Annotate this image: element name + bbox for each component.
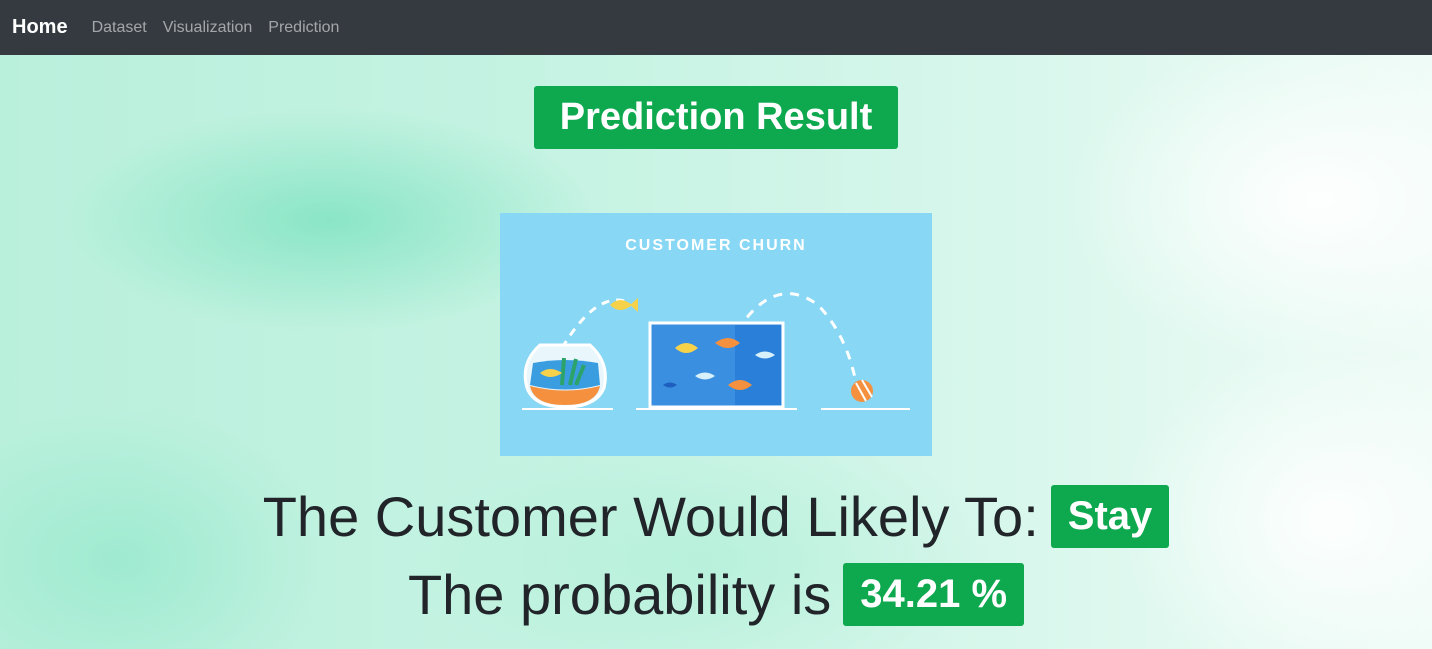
probability-value-badge: 34.21 % (843, 563, 1025, 626)
top-navbar: Home Dataset Visualization Prediction (0, 0, 1432, 55)
fish-illustration-graphic (522, 292, 910, 410)
result-value-badge: Stay (1050, 485, 1170, 548)
customer-churn-illustration: CUSTOMER CHURN (500, 213, 932, 456)
probability-prefix-text: The probability is (407, 563, 832, 626)
nav-dataset-link[interactable]: Dataset (92, 19, 147, 37)
result-prefix-text: The Customer Would Likely To: (262, 485, 1039, 548)
probability-line: The probability is 34.21 % (0, 562, 1432, 627)
nav-visualization-link[interactable]: Visualization (163, 19, 253, 37)
nav-home-link[interactable]: Home (12, 16, 68, 39)
nav-prediction-link[interactable]: Prediction (268, 19, 339, 37)
page-title: Prediction Result (534, 86, 898, 149)
prediction-result-line: The Customer Would Likely To: Stay (0, 484, 1432, 549)
